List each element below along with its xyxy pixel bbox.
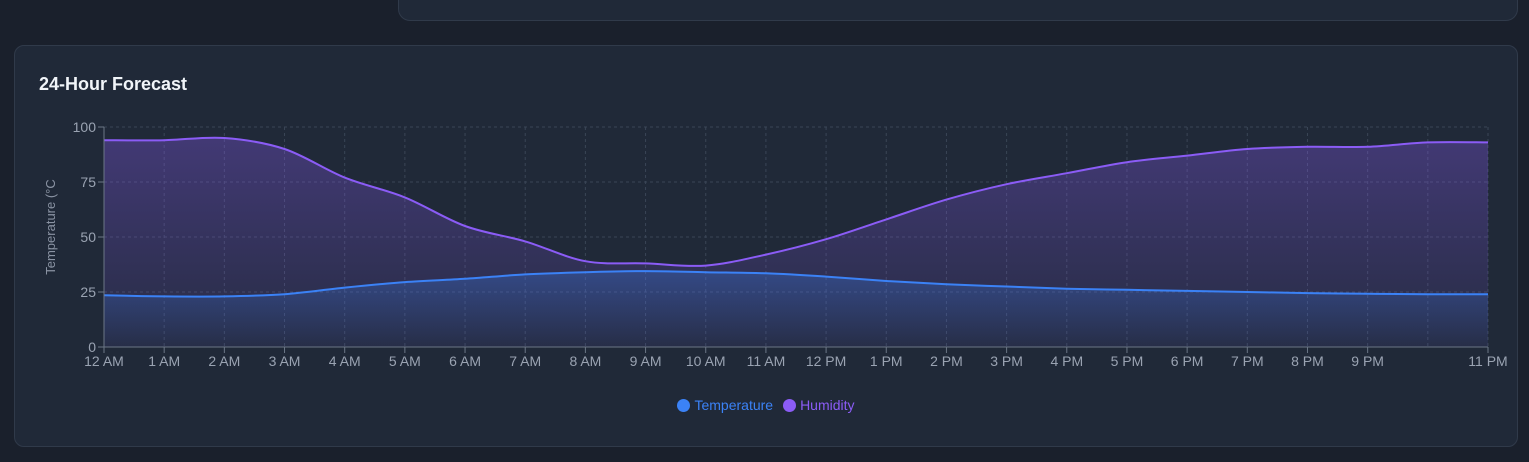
y-tick-label: 50: [80, 229, 96, 245]
x-tick-label: 5 AM: [389, 353, 421, 369]
temperature-dot-icon: [677, 398, 691, 412]
humidity-dot-icon: [783, 398, 797, 412]
y-tick-label: 25: [80, 284, 96, 300]
x-tick-label: 9 AM: [630, 353, 662, 369]
forecast-card: 24-Hour Forecast 0 25 50 75 100 12 AM 1 AM 2 AM…: [14, 45, 1518, 447]
top-panel: [398, 0, 1518, 21]
x-tick-label: 4 PM: [1050, 353, 1083, 369]
y-tick-label: 75: [80, 174, 96, 190]
x-tick-label: 7 PM: [1231, 353, 1264, 369]
x-tick-label: 1 PM: [870, 353, 903, 369]
y-tick-label: 100: [73, 119, 97, 135]
legend-label-temperature: Temperature: [694, 397, 774, 413]
x-tick-label: 3 PM: [990, 353, 1023, 369]
x-tick-label: 2 PM: [930, 353, 963, 369]
x-tick-label: 3 AM: [269, 353, 301, 369]
x-tick-label: 6 PM: [1171, 353, 1204, 369]
x-tick-label: 6 AM: [449, 353, 481, 369]
x-tick-label: 8 PM: [1291, 353, 1324, 369]
chart-areas: [104, 137, 1488, 347]
chart-legend: Temperature Humidity: [15, 397, 1517, 413]
x-tick-label: 11 AM: [747, 353, 786, 369]
legend-item-temperature[interactable]: Temperature: [677, 397, 773, 413]
y-axis-title: Temperature (°C: [43, 179, 58, 275]
forecast-chart[interactable]: 025507510012 AM 1 AM 2 AM 3 AM 4 AM 5 AM 6 AM 7…: [15, 46, 1517, 446]
x-tick-label: 4 AM: [329, 353, 361, 369]
x-tick-label: 10 AM: [686, 353, 726, 369]
x-tick-label: 9 PM: [1351, 353, 1384, 369]
x-tick-label: 7 AM: [509, 353, 541, 369]
x-tick-label: 1 AM: [148, 353, 180, 369]
x-tick-label: 12 PM: [806, 353, 846, 369]
legend-item-humidity[interactable]: Humidity: [783, 397, 855, 413]
x-tick-label: 8 AM: [569, 353, 601, 369]
legend-label-humidity: Humidity: [800, 397, 855, 413]
x-tick-label: 5 PM: [1111, 353, 1144, 369]
x-tick-label: 12 AM: [84, 353, 124, 369]
x-tick-label: 2 AM: [208, 353, 240, 369]
x-tick-label: 11 PM: [1468, 353, 1507, 369]
